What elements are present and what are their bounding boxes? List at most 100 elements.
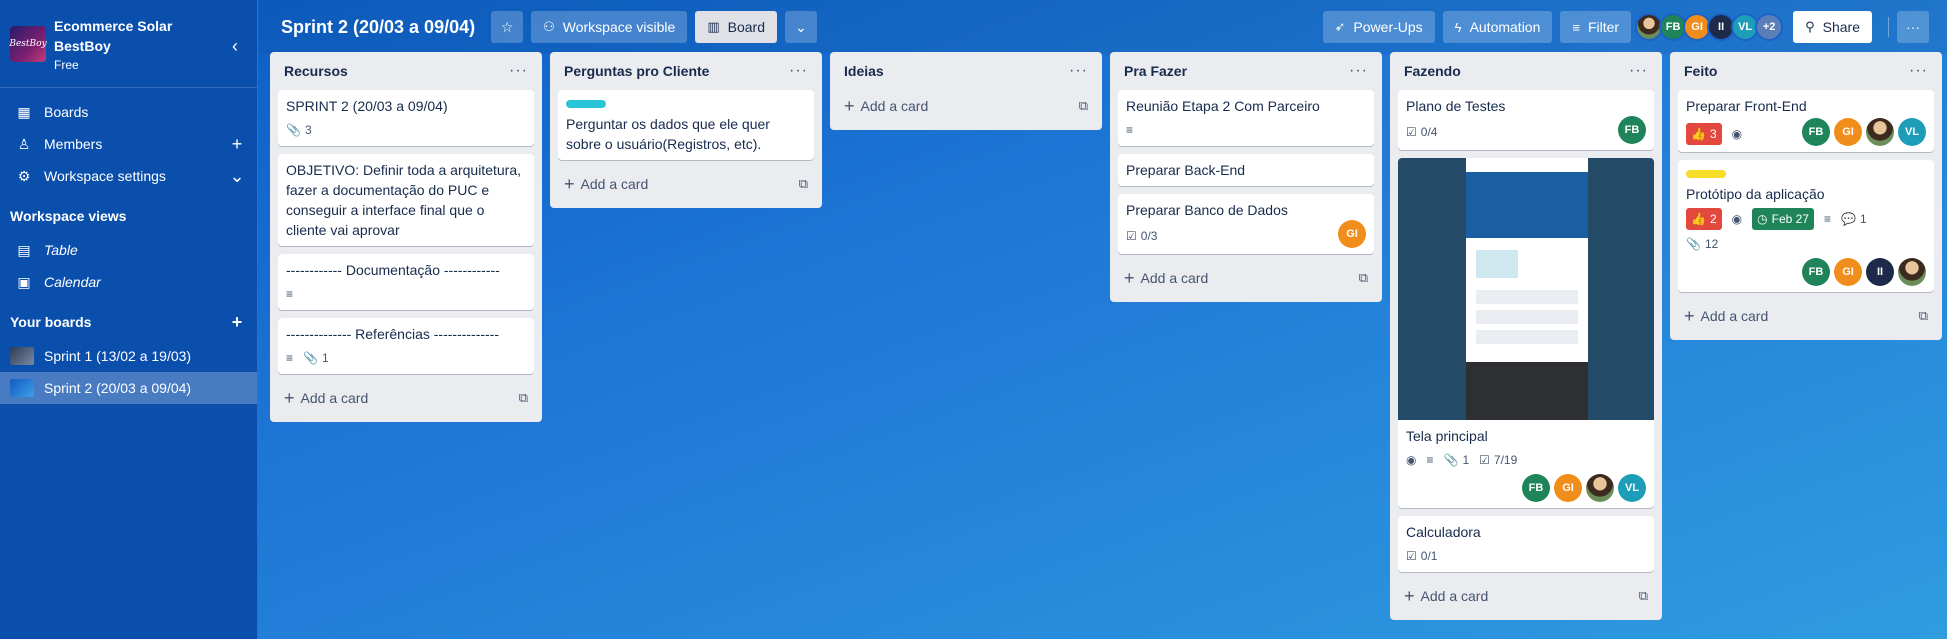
card[interactable]: OBJETIVO: Definir toda a arquitetura, fa… xyxy=(278,154,534,246)
table-icon: ▤ xyxy=(17,241,31,258)
due-date-badge[interactable]: ◷ Feb 27 xyxy=(1752,208,1814,230)
avatar[interactable] xyxy=(1866,118,1894,146)
star-button[interactable]: ☆ xyxy=(491,11,524,43)
card[interactable]: Plano de Testes ☑ 0/4 FB xyxy=(1398,90,1654,150)
card-template-icon[interactable]: ⧉ xyxy=(519,390,528,406)
list-title[interactable]: Fazendo xyxy=(1404,63,1629,79)
avatar[interactable] xyxy=(1898,258,1926,286)
card[interactable]: Protótipo da aplicação 👍 2 ◉ ◷ Feb 27 ≡ 💬 1… xyxy=(1678,160,1934,292)
add-board-icon[interactable]: + xyxy=(227,312,247,333)
board-view-button[interactable]: ▥ Board xyxy=(695,11,777,43)
board-members[interactable]: FB GI II VL +2 xyxy=(1635,13,1784,41)
add-card-button[interactable]: + Add a card ⧉ xyxy=(1678,300,1934,332)
add-card-button[interactable]: + Add a card ⧉ xyxy=(558,168,814,200)
workspace-logo[interactable]: BestBoy xyxy=(9,26,47,62)
sidebar-item-workspace-settings[interactable]: ⚙ Workspace settings ⌄ xyxy=(0,160,257,192)
lightning-icon: ϟ xyxy=(1454,19,1462,35)
card[interactable]: Preparar Banco de Dados ☑ 0/3 GI xyxy=(1118,194,1374,254)
powerups-button[interactable]: ➶ Power-Ups xyxy=(1322,11,1435,43)
workspace-views-title: Workspace views xyxy=(0,198,257,234)
list-menu-icon[interactable]: ··· xyxy=(789,62,808,80)
board-thumbnail xyxy=(10,379,34,397)
plus-icon: + xyxy=(284,387,295,408)
sidebar-board-sprint-2[interactable]: Sprint 2 (20/03 a 09/04) xyxy=(0,372,257,404)
sidebar-item-calendar[interactable]: ▣ Calendar xyxy=(0,266,257,298)
board-icon: ▦ xyxy=(17,103,31,120)
avatar[interactable]: FB xyxy=(1618,116,1646,144)
automation-button[interactable]: ϟ Automation xyxy=(1442,11,1553,43)
card-template-icon[interactable]: ⧉ xyxy=(1079,98,1088,114)
card-title: Reunião Etapa 2 Com Parceiro xyxy=(1126,98,1320,114)
filter-button[interactable]: ≡ Filter xyxy=(1560,11,1632,43)
add-card-button[interactable]: + Add a card ⧉ xyxy=(1398,580,1654,612)
sidebar-item-members[interactable]: ♙ Members + xyxy=(0,128,257,160)
add-card-button[interactable]: + Add a card ⧉ xyxy=(278,382,534,414)
add-card-button[interactable]: + Add a card ⧉ xyxy=(1118,262,1374,294)
plus-icon: + xyxy=(1404,585,1415,606)
avatar[interactable]: II xyxy=(1866,258,1894,286)
list-title[interactable]: Perguntas pro Cliente xyxy=(564,63,789,79)
visibility-button[interactable]: ⚇ Workspace visible xyxy=(531,11,688,43)
attachment-badge: 📎 1 xyxy=(303,348,329,368)
card[interactable]: -------------- Referências -------------… xyxy=(278,318,534,374)
avatar[interactable]: FB xyxy=(1802,258,1830,286)
workspace-name[interactable]: Ecommerce Solar BestBoy xyxy=(54,16,223,56)
list-title[interactable]: Recursos xyxy=(284,63,509,79)
avatar[interactable]: GI xyxy=(1834,258,1862,286)
list-menu-icon[interactable]: ··· xyxy=(1349,62,1368,80)
avatar[interactable]: FB xyxy=(1802,118,1830,146)
sidebar-board-sprint-1[interactable]: Sprint 1 (13/02 a 19/03) xyxy=(0,340,257,372)
attachment-count: 1 xyxy=(321,351,329,365)
card[interactable]: Tela principal ◉ ≡ 📎 1 ☑ 7/19 FB GI VL xyxy=(1398,158,1654,508)
avatar[interactable]: GI xyxy=(1834,118,1862,146)
share-button[interactable]: ⚲ Share xyxy=(1793,11,1872,43)
card-badges: ☑ 0/4 xyxy=(1406,122,1618,142)
avatar[interactable]: GI xyxy=(1554,474,1582,502)
avatar[interactable]: FB xyxy=(1522,474,1550,502)
card[interactable]: Reunião Etapa 2 Com Parceiro ≡ xyxy=(1118,90,1374,146)
eye-icon: ◉ xyxy=(1731,127,1743,141)
board-title[interactable]: Sprint 2 (20/03 a 09/04) xyxy=(281,17,475,38)
card-template-icon[interactable]: ⧉ xyxy=(1919,308,1928,324)
board-menu-button[interactable]: ··· xyxy=(1897,11,1929,43)
card-template-icon[interactable]: ⧉ xyxy=(1359,270,1368,286)
card[interactable]: Preparar Back-End xyxy=(1118,154,1374,186)
list-menu-icon[interactable]: ··· xyxy=(1629,62,1648,80)
watching-badge: ◉ xyxy=(1732,209,1742,229)
add-card-button[interactable]: + Add a card ⧉ xyxy=(838,90,1094,122)
list-title[interactable]: Feito xyxy=(1684,63,1909,79)
ellipsis-icon: ··· xyxy=(1906,19,1920,35)
card[interactable]: Perguntar os dados que ele quer sobre o … xyxy=(558,90,814,160)
list-menu-icon[interactable]: ··· xyxy=(1069,62,1088,80)
card-label[interactable] xyxy=(1686,170,1726,178)
list-menu-icon[interactable]: ··· xyxy=(509,62,528,80)
avatar[interactable]: VL xyxy=(1898,118,1926,146)
mockup-hero xyxy=(1466,172,1588,238)
card-template-icon[interactable]: ⧉ xyxy=(1639,588,1648,604)
avatar[interactable]: VL xyxy=(1618,474,1646,502)
description-icon: ≡ xyxy=(1426,453,1434,467)
card-title: Plano de Testes xyxy=(1406,98,1506,114)
add-member-icon[interactable]: + xyxy=(227,134,247,155)
list-title[interactable]: Ideias xyxy=(844,63,1069,79)
card-label[interactable] xyxy=(566,100,606,108)
sidebar-item-boards[interactable]: ▦ Boards xyxy=(0,96,257,128)
more-members-badge[interactable]: +2 xyxy=(1755,13,1784,41)
card[interactable]: Preparar Front-End 👍 3 ◉ FB GI VL xyxy=(1678,90,1934,152)
chevron-down-icon[interactable]: ⌄ xyxy=(227,166,247,187)
avatar[interactable] xyxy=(1586,474,1614,502)
card[interactable]: Calculadora ☑ 0/1 xyxy=(1398,516,1654,572)
list-title[interactable]: Pra Fazer xyxy=(1124,63,1349,79)
card[interactable]: SPRINT 2 (20/03 a 09/04) 📎 3 xyxy=(278,90,534,146)
avatar[interactable]: GI xyxy=(1338,220,1366,248)
paperclip-icon: 📎 xyxy=(286,123,301,137)
mockup-footer xyxy=(1466,362,1588,420)
collapse-sidebar-icon[interactable]: ‹ xyxy=(223,34,247,58)
card-template-icon[interactable]: ⧉ xyxy=(799,176,808,192)
sidebar-item-table[interactable]: ▤ Table xyxy=(0,234,257,266)
add-card-label: Add a card xyxy=(1420,588,1489,604)
card[interactable]: ------------ Documentação ------------ ≡ xyxy=(278,254,534,310)
checkbox-icon: ☑ xyxy=(1406,125,1417,139)
view-switcher-button[interactable]: ⌄ xyxy=(784,11,817,43)
list-menu-icon[interactable]: ··· xyxy=(1909,62,1928,80)
